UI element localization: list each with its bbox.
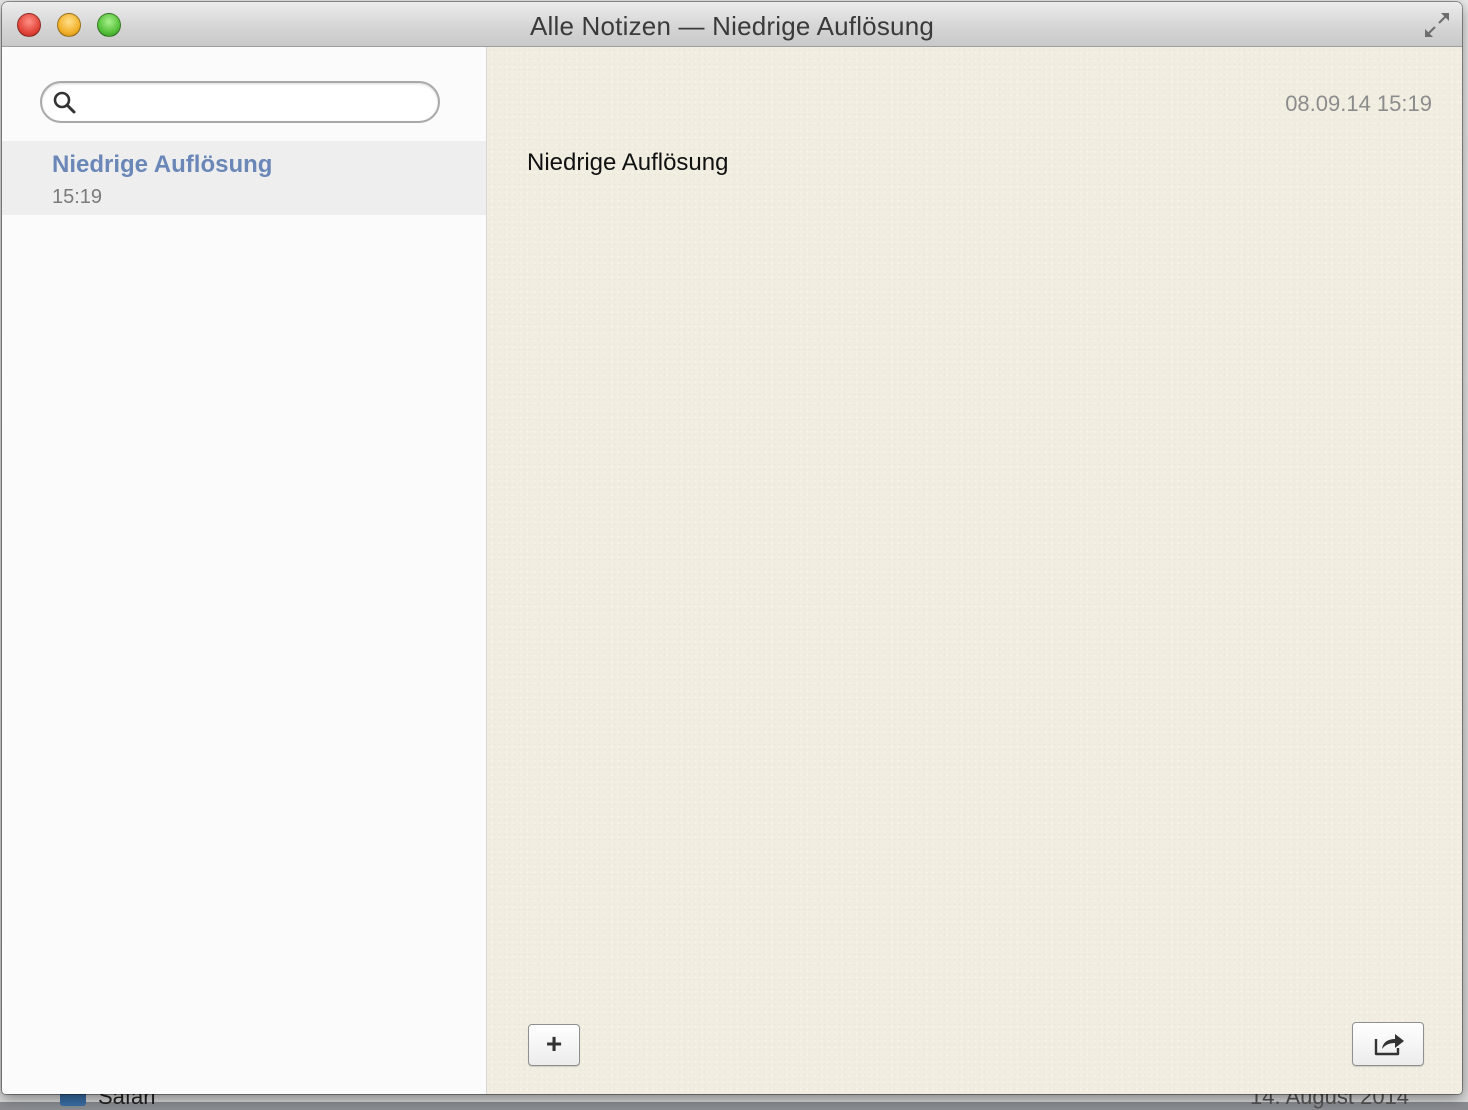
share-button[interactable]: [1352, 1022, 1424, 1066]
new-note-button[interactable]: +: [528, 1024, 580, 1066]
fullscreen-icon: [1425, 13, 1449, 37]
note-list-time: 15:19: [52, 186, 103, 208]
notes-sidebar: Niedrige Auflösung 15:19: [2, 47, 487, 1094]
fullscreen-button[interactable]: [1422, 10, 1452, 40]
note-body-text[interactable]: Niedrige Auflösung: [527, 149, 728, 177]
notes-window: Alle Notizen — Niedrige Auflösung Niedri…: [2, 2, 1462, 1094]
window-title: Alle Notizen — Niedrige Auflösung: [529, 11, 935, 41]
title-bar[interactable]: Alle Notizen — Niedrige Auflösung: [2, 2, 1462, 47]
share-icon: [1374, 1034, 1404, 1056]
note-list-title: Niedrige Auflösung: [52, 151, 273, 178]
note-editor[interactable]: 08.09.14 15:19 Niedrige Auflösung +: [487, 47, 1462, 1094]
note-date: 08.09.14 15:19: [1285, 91, 1432, 116]
search-icon: [53, 91, 76, 114]
search-input[interactable]: [86, 87, 430, 119]
note-list-item[interactable]: Niedrige Auflösung 15:19: [2, 141, 486, 215]
search-field[interactable]: [40, 81, 440, 123]
